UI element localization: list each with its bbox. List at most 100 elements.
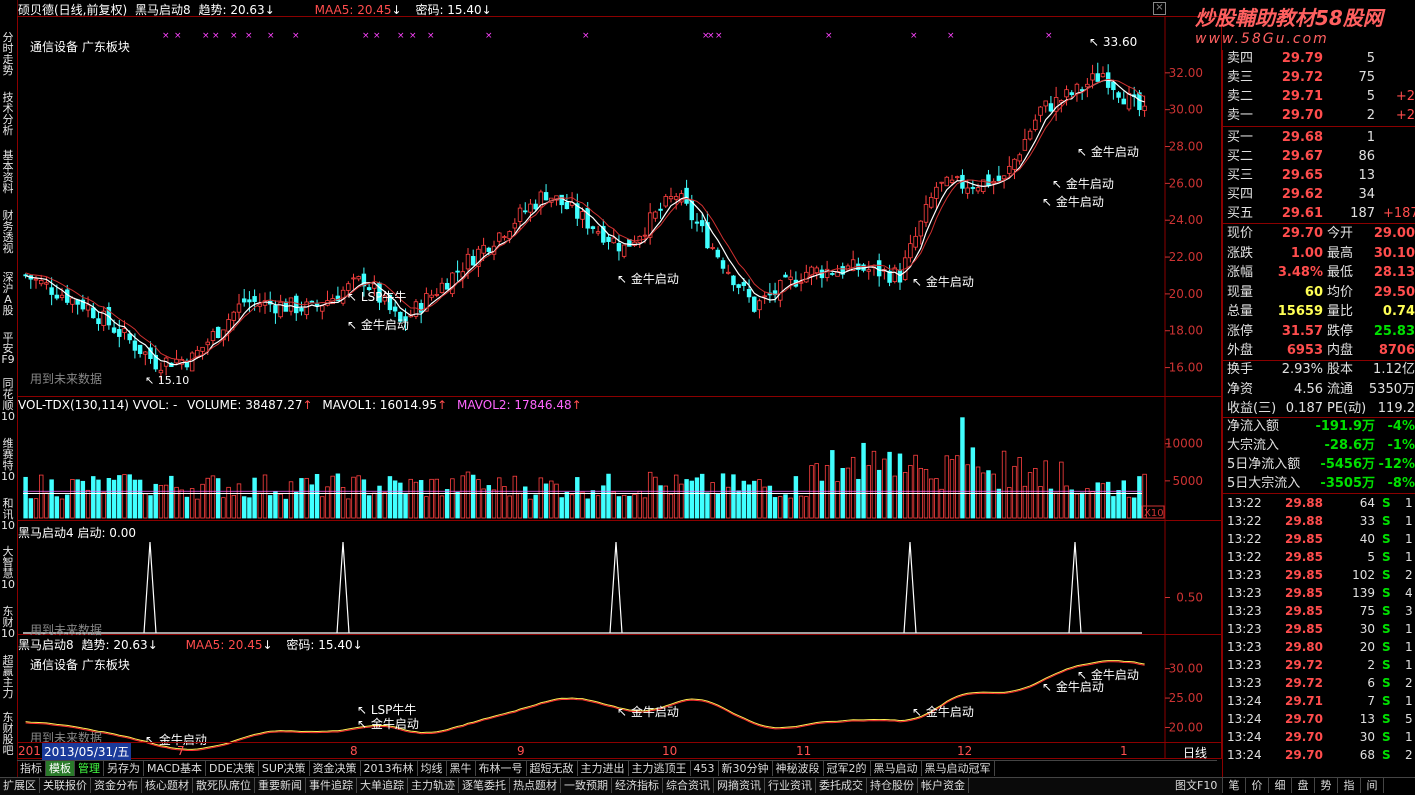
right-bottom-tab-4[interactable]: 盘 [1292,778,1315,793]
indicator-tab-14[interactable]: 主力逃顶王 [629,761,691,776]
indicator-tab-16[interactable]: 新30分钟 [719,761,773,776]
left-tab-6[interactable]: 同花顺10 [0,378,16,428]
right-bottom-tab-6[interactable]: 指 [1338,778,1361,793]
right-bottom-tab-1[interactable]: 笔 [1223,778,1246,793]
left-tab-11[interactable]: 超赢主力 [0,655,16,705]
candle-body [611,237,616,244]
indicator-tab-1[interactable]: 模板 [46,761,75,776]
candle-body [736,284,741,288]
left-tab-1[interactable]: 技术分析 [0,92,16,142]
candle-body [741,282,747,286]
signal-spike [336,541,350,634]
right-bottom-tab-2[interactable]: 价 [1246,778,1269,793]
indicator-tab-9[interactable]: 均线 [418,761,447,776]
left-tab-7[interactable]: 维赛特10 [0,438,16,488]
left-tab-0[interactable]: 分时走势 [0,32,16,82]
indicator-tab-17[interactable]: 神秘波段 [773,761,824,776]
minimize-icon[interactable]: × [1153,2,1166,15]
bottom-tab-7[interactable]: 大单追踪 [357,778,408,793]
indicator-tab-4[interactable]: MACD基本 [144,761,206,776]
volume-bar [231,494,237,519]
left-tab-4[interactable]: 深沪A股 [0,272,16,322]
bottom-tab-2[interactable]: 资金分布 [91,778,142,793]
info-row: 净资 4.56 流通 5350万 [1225,380,1415,399]
bottom-tab-14[interactable]: 网摘资讯 [714,778,765,793]
indicator-tab-19[interactable]: 黑马启动 [871,761,922,776]
bottom-tab-5[interactable]: 重要新闻 [255,778,306,793]
bid-volume: 86 [1358,149,1375,164]
bottom-tab-8[interactable]: 主力轨迹 [408,778,459,793]
indicator-tab-0[interactable]: 指标 [17,761,46,776]
bottom-tab-0[interactable]: 扩展区 [0,778,40,793]
ask-volume: 2 [1366,108,1375,123]
left-tab-3[interactable]: 财务透视 [0,210,16,260]
tick-row: 13:24 29.70 30 S 1 [1225,728,1415,746]
left-tab-12[interactable]: 东财股吧 [0,712,16,762]
stat-value-2: 28.13 [1373,265,1415,280]
vol-tick-label: 5000 [1172,474,1203,488]
right-bottom-tab-3[interactable]: 细 [1269,778,1292,793]
indicator-tab-6[interactable]: SUP决策 [259,761,310,776]
indicator-tab-13[interactable]: 主力进出 [578,761,629,776]
indicator-tab-15[interactable]: 453 [691,761,719,776]
stat-row: 涨停 31.57 跌停 25.83 [1225,322,1415,341]
left-tab-5[interactable]: 平安F9 [0,332,16,382]
left-tab-9[interactable]: 大智慧10 [0,546,16,596]
candle-body [965,187,970,194]
indicator-tab-3[interactable]: 另存为 [104,761,144,776]
bid-label: 买一 [1227,130,1254,145]
indicator-tab-8[interactable]: 2013布林 [361,761,418,776]
bottom-tab-15[interactable]: 行业资讯 [765,778,816,793]
candle-body [955,176,960,179]
candle-body [392,306,398,312]
stat-row: 涨跌 1.00 最高 30.10 [1225,244,1415,263]
indicator-tab-7[interactable]: 资金决策 [310,761,361,776]
indicator-tab-11[interactable]: 布林一号 [476,761,527,776]
candle-body [320,305,325,312]
bottom-tab-6[interactable]: 事件追踪 [306,778,357,793]
volume-bar [398,482,403,519]
indicator-tab-5[interactable]: DDE决策 [206,761,259,776]
bottom-tab-11[interactable]: 一致预期 [561,778,612,793]
indicator-tab-20[interactable]: 黑马启动冠军 [922,761,995,776]
chart-title: 硕贝德(日线,前复权) [18,3,128,17]
bid-price: 29.67 [1281,149,1323,164]
indicator-tab-12[interactable]: 超短无敌 [527,761,578,776]
bottom-tab-4[interactable]: 散死队席位 [193,778,255,793]
right-bottom-tab-7[interactable]: 间 [1361,778,1384,793]
left-tab-2[interactable]: 基本资料 [0,150,16,200]
volume-bar [762,486,767,519]
tick-count: 2 [1405,568,1413,582]
volume-bar [1121,480,1127,519]
bottom-tab-1[interactable]: 关联报价 [40,778,91,793]
signal-spike [143,541,157,634]
indicator-tab-2[interactable]: 管理 [75,761,104,776]
bottom-tab-18[interactable]: 帐户资金 [918,778,969,793]
candle-body [205,341,210,346]
candle-body [533,203,538,210]
bottom-tab-9[interactable]: 逐笔委托 [459,778,510,793]
bottom-tab-3[interactable]: 核心题材 [142,778,193,793]
volume-bar [673,474,679,519]
candle-body [986,174,991,187]
left-tab-8[interactable]: 和讯10 [0,498,16,548]
indicator-tab-18[interactable]: 冠军2的 [824,761,871,776]
bottom-tab-12[interactable]: 经济指标 [612,778,663,793]
bottom-tab-16[interactable]: 委托成交 [816,778,867,793]
candle-body [699,220,705,227]
ask-price: 29.70 [1281,108,1323,123]
tick-time: 13:23 [1227,676,1262,690]
bottom-tab-17[interactable]: 持仓股份 [867,778,918,793]
tick-row: 13:23 29.72 2 S 1 [1225,656,1415,674]
right-bottom-tab-0[interactable]: 图文F10 [1172,778,1223,793]
bottom-tab-10[interactable]: 热点题材 [510,778,561,793]
flow-label: 5日净流入额 [1227,457,1301,472]
indicator-tab-10[interactable]: 黑牛 [447,761,476,776]
left-tab-10[interactable]: 东财10 [0,606,16,656]
volume-bar [814,463,819,519]
bottom-tab-13[interactable]: 综合资讯 [663,778,714,793]
tick-row: 13:23 29.85 30 S 1 [1225,620,1415,638]
volume-bar [668,493,674,519]
stat-value-2: 0.74 [1382,304,1415,319]
right-bottom-tab-5[interactable]: 势 [1315,778,1338,793]
